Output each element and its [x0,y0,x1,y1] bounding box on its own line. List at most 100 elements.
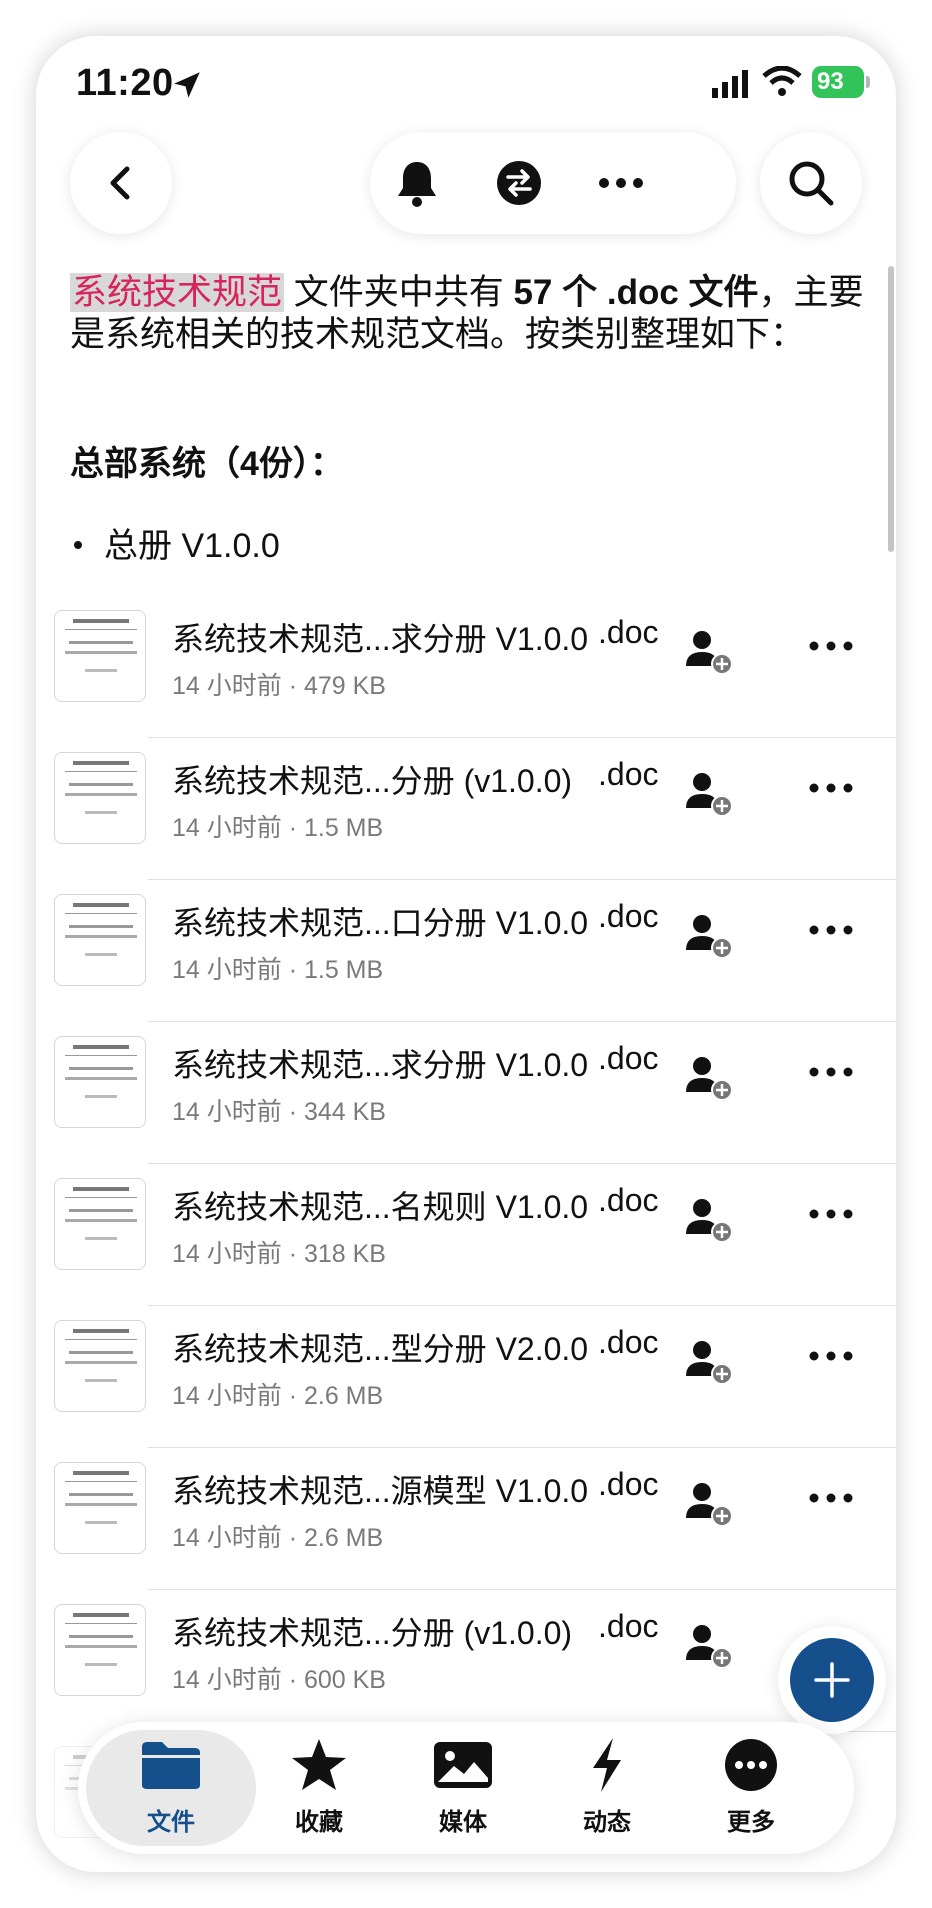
file-name: 系统技术规范...源模型 V1.0.0 [172,1473,589,1509]
status-time: 11:20 [76,62,174,104]
file-extension: .doc [598,1182,659,1218]
share-user-icon[interactable] [684,626,736,678]
star-icon [292,1739,346,1790]
location-arrow-icon [174,72,200,98]
share-user-icon[interactable] [684,768,736,820]
file-name: 系统技术规范...型分册 V2.0.0 [172,1331,589,1367]
file-extension: .doc [598,898,659,934]
phone-frame: 11:20 93 系统技术规范 文件夹中共有 57 个 .doc 文件，主要是系… [36,36,896,1872]
file-extension: .doc [598,1466,659,1502]
notifications-button[interactable] [392,158,442,208]
image-icon [434,1742,492,1788]
file-thumbnail [54,1462,146,1554]
back-button[interactable] [70,132,172,234]
plus-icon [814,1662,850,1698]
tab-label: 更多 [727,1809,775,1836]
file-name: 系统技术规范...求分册 V1.0.0 [172,621,589,657]
share-user-icon[interactable] [684,1478,736,1530]
folder-name-highlight[interactable]: 系统技术规范 [70,273,285,312]
row-more-icon[interactable] [808,778,854,798]
file-thumbnail [54,1604,146,1696]
tab-label: 动态 [583,1809,631,1836]
file-row[interactable]: 系统技术规范...求分册 V1.0.0 .doc 14 小时前 · 344 KB [36,1022,896,1164]
file-row[interactable]: 系统技术规范...口分册 V1.0.0 .doc 14 小时前 · 1.5 MB [36,880,896,1022]
file-extension: .doc [598,756,659,792]
file-extension: .doc [598,1324,659,1360]
search-button[interactable] [760,132,862,234]
screen: 11:20 93 系统技术规范 文件夹中共有 57 个 .doc 文件，主要是系… [0,0,932,1908]
more-options-button[interactable] [596,158,646,208]
tab-bar: 文件 收藏 媒体 动态 更多 [78,1722,854,1854]
file-row[interactable]: 系统技术规范...分册 (v1.0.0) .doc 14 小时前 · 1.5 M… [36,738,896,880]
file-row[interactable]: 系统技术规范...求分册 V1.0.0 .doc 14 小时前 · 479 KB [36,596,896,738]
bolt-icon [593,1738,621,1792]
file-meta: 14 小时前 · 479 KB [172,672,386,700]
folder-icon [142,1742,200,1789]
tab-label: 媒体 [439,1809,487,1836]
share-user-icon[interactable] [684,1052,736,1104]
add-button[interactable] [778,1626,886,1734]
file-name: 系统技术规范...求分册 V1.0.0 [172,1047,589,1083]
row-more-icon[interactable] [808,1488,854,1508]
search-icon [789,161,834,206]
file-thumbnail [54,1320,146,1412]
ellipsis-icon [599,178,643,188]
tab-files[interactable]: 文件 [96,1736,246,1846]
wifi-icon [762,66,802,96]
action-pill [370,132,736,234]
row-more-icon[interactable] [808,1062,854,1082]
file-thumbnail [54,1178,146,1270]
chevron-left-icon [110,166,130,200]
file-thumbnail [54,894,146,986]
file-row[interactable]: 系统技术规范...名规则 V1.0.0 .doc 14 小时前 · 318 KB [36,1164,896,1306]
row-more-icon[interactable] [808,920,854,940]
add-button-inner [790,1638,874,1722]
signal-icon [712,70,748,98]
battery-indicator: 93 [812,66,864,98]
file-thumbnail [54,1036,146,1128]
file-row[interactable]: 系统技术规范...型分册 V2.0.0 .doc 14 小时前 · 2.6 MB [36,1306,896,1448]
scrollbar[interactable] [888,266,894,552]
tab-activity[interactable]: 动态 [532,1736,682,1846]
more-circle-icon [725,1739,777,1791]
file-extension: .doc [598,1040,659,1076]
tab-media[interactable]: 媒体 [388,1736,538,1846]
share-user-icon[interactable] [684,1620,736,1672]
file-meta: 14 小时前 · 1.5 MB [172,956,384,984]
file-meta: 14 小时前 · 1.5 MB [172,814,384,842]
summary-text: 系统技术规范 文件夹中共有 57 个 .doc 文件，主要是系统相关的技术规范文… [70,272,870,356]
row-more-icon[interactable] [808,1346,854,1366]
battery-tip [866,76,870,88]
share-user-icon[interactable] [684,910,736,962]
file-name: 系统技术规范...分册 (v1.0.0) [172,763,573,799]
file-thumbnail [54,752,146,844]
file-meta: 14 小时前 · 600 KB [172,1666,386,1694]
swap-button[interactable] [494,158,544,208]
file-thumbnail [54,610,146,702]
file-name: 系统技术规范...口分册 V1.0.0 [172,905,589,941]
tab-favorites[interactable]: 收藏 [244,1736,394,1846]
bell-icon [398,162,436,207]
file-meta: 14 小时前 · 318 KB [172,1240,386,1268]
bullet-item: 总册 V1.0.0 [70,518,280,567]
file-extension: .doc [598,1608,659,1644]
file-count: 57 个 .doc 文件 [513,273,759,312]
section-title: 总部系统（4份）： [70,445,344,483]
row-more-icon[interactable] [808,636,854,656]
file-meta: 14 小时前 · 2.6 MB [172,1524,384,1552]
share-user-icon[interactable] [684,1194,736,1246]
bullet-dot [74,541,82,550]
share-user-icon[interactable] [684,1336,736,1388]
file-name: 系统技术规范...分册 (v1.0.0) [172,1615,573,1651]
file-meta: 14 小时前 · 344 KB [172,1098,386,1126]
tab-label: 收藏 [295,1809,343,1836]
tab-more[interactable]: 更多 [676,1736,826,1846]
file-row[interactable]: 系统技术规范...分册 (v1.0.0) .doc 14 小时前 · 600 K… [36,1590,896,1732]
file-row[interactable]: 系统技术规范...源模型 V1.0.0 .doc 14 小时前 · 2.6 MB [36,1448,896,1590]
tab-label: 文件 [147,1809,195,1836]
summary-text-part1: 文件夹中共有 [284,273,514,312]
file-name: 系统技术规范...名规则 V1.0.0 [172,1189,589,1225]
swap-icon [497,161,541,205]
row-more-icon[interactable] [808,1204,854,1224]
file-list: 系统技术规范...求分册 V1.0.0 .doc 14 小时前 · 479 KB… [36,596,896,1872]
